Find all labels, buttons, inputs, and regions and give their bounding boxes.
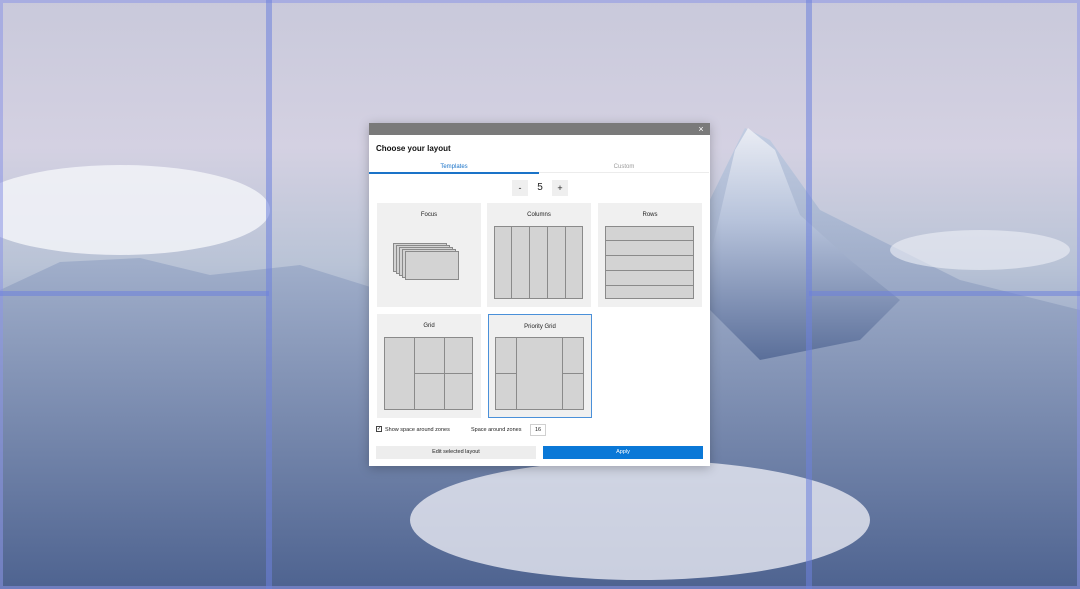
- zone: [494, 226, 512, 299]
- template-title: Grid: [423, 323, 435, 329]
- zone: [495, 373, 517, 410]
- zone: [605, 226, 694, 241]
- close-icon[interactable]: ×: [696, 123, 706, 135]
- template-grid[interactable]: Grid: [377, 314, 481, 418]
- zone-divider-right-horizontal: [809, 291, 1080, 296]
- zone: [414, 373, 445, 410]
- template-title: Rows: [642, 212, 658, 218]
- rows-preview: [605, 226, 694, 299]
- template-columns[interactable]: Columns: [487, 203, 591, 307]
- columns-preview: [494, 226, 583, 299]
- template-title: Focus: [420, 212, 438, 218]
- increase-zones-button[interactable]: +: [552, 180, 568, 196]
- template-priority-grid[interactable]: Priority Grid: [488, 314, 592, 418]
- show-space-checkbox[interactable]: ✓: [376, 426, 382, 432]
- zone: [511, 226, 530, 299]
- priority-grid-preview: [495, 337, 584, 410]
- show-space-label: Show space around zones: [385, 427, 450, 433]
- tab-bar: Templates Custom: [369, 162, 710, 174]
- space-around-zones-input[interactable]: 16: [530, 424, 546, 436]
- dialog-titlebar: ×: [369, 123, 710, 135]
- template-title: Priority Grid: [524, 324, 556, 330]
- grid-preview: [384, 337, 473, 410]
- zone: [605, 255, 694, 271]
- zone-count-stepper: - 5 +: [512, 180, 568, 196]
- zone: [605, 285, 694, 299]
- zone: [516, 337, 563, 410]
- edit-selected-layout-button[interactable]: Edit selected layout: [376, 446, 536, 459]
- zone: [562, 373, 584, 410]
- zone-count-value: 5: [537, 182, 543, 193]
- zone: [414, 337, 445, 374]
- zone: [444, 337, 473, 374]
- apply-button[interactable]: Apply: [543, 446, 703, 459]
- template-title: Columns: [527, 212, 551, 218]
- zone: [547, 226, 566, 299]
- zone: [562, 337, 584, 374]
- zone-divider-left-horizontal: [0, 291, 269, 296]
- zone: [405, 251, 459, 280]
- zone: [605, 270, 694, 286]
- zone: [384, 337, 415, 410]
- decrease-zones-button[interactable]: -: [512, 180, 528, 196]
- space-around-zones-label: Space around zones: [471, 427, 522, 433]
- template-focus[interactable]: Focus: [377, 203, 481, 307]
- tab-custom[interactable]: Custom: [539, 162, 709, 173]
- zone: [605, 240, 694, 256]
- zone: [495, 337, 517, 374]
- template-rows[interactable]: Rows: [598, 203, 702, 307]
- zone: [444, 373, 473, 410]
- zone: [565, 226, 583, 299]
- dialog-heading: Choose your layout: [376, 144, 451, 153]
- tab-templates[interactable]: Templates: [369, 162, 539, 174]
- layout-dialog: × Choose your layout Templates Custom - …: [369, 123, 710, 466]
- zone: [529, 226, 548, 299]
